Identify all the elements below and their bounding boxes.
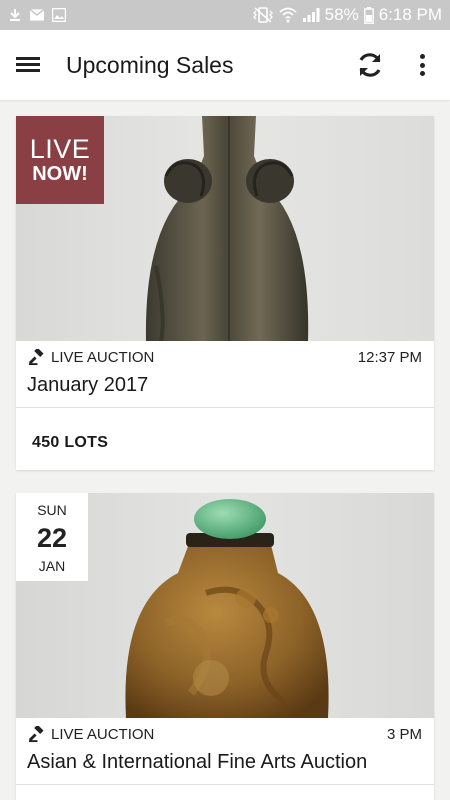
date-day: 22 <box>36 523 68 553</box>
vibrate-icon <box>252 7 274 23</box>
sale-image-snuff-bottle: SUN 22 JAN <box>16 493 434 718</box>
lots-count[interactable]: 450 LOTS <box>32 434 108 452</box>
more-vertical-icon[interactable] <box>414 52 430 78</box>
live-now-badge: LIVE NOW! <box>16 116 104 204</box>
sale-title[interactable]: January 2017 <box>27 374 148 397</box>
app-bar: Upcoming Sales <box>0 30 450 100</box>
gavel-icon <box>28 725 44 742</box>
date-month: JAN <box>38 558 66 574</box>
email-icon <box>30 8 44 22</box>
wifi-icon <box>279 7 297 23</box>
divider <box>16 407 434 408</box>
sale-time: 3 PM <box>386 726 422 743</box>
status-time: 6:18 PM <box>378 5 442 24</box>
download-icon <box>8 8 22 22</box>
gavel-icon <box>28 348 44 365</box>
hamburger-menu-icon[interactable] <box>16 54 42 76</box>
sale-date-badge: SUN 22 JAN <box>16 493 88 581</box>
sale-image-bronze-vase: LIVE NOW! <box>16 116 434 341</box>
sale-meta: LIVE AUCTION 12:37 PM <box>28 347 422 367</box>
signal-icon <box>302 7 320 23</box>
divider <box>16 784 434 785</box>
live-badge-line2: NOW! <box>32 163 88 185</box>
page-title: Upcoming Sales <box>66 52 234 78</box>
sale-card[interactable]: SUN 22 JAN LIVE AUCTION 3 PM Asian & Int… <box>16 493 434 800</box>
sale-title[interactable]: Asian & International Fine Arts Auction <box>27 751 367 774</box>
status-bar: 58% 6:18 PM <box>0 0 450 30</box>
battery-percent: 58% <box>324 5 359 24</box>
sale-meta: LIVE AUCTION 3 PM <box>28 724 422 744</box>
battery-icon <box>363 6 374 24</box>
live-badge-line1: LIVE <box>29 134 91 164</box>
sale-type: LIVE AUCTION <box>51 725 155 743</box>
refresh-icon[interactable] <box>354 49 386 81</box>
sale-card[interactable]: LIVE NOW! LIVE AUCTION 12:37 PM January … <box>16 116 434 470</box>
image-icon <box>52 8 66 22</box>
date-day-of-week: SUN <box>37 502 67 518</box>
sale-time: 12:37 PM <box>357 349 422 366</box>
sale-type: LIVE AUCTION <box>51 348 155 366</box>
